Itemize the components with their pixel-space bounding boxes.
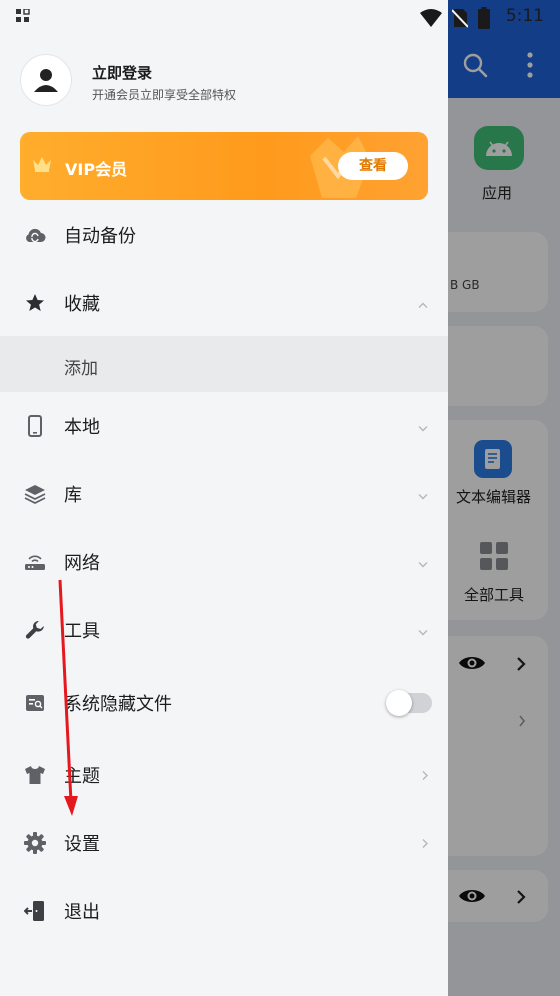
chevron-down-icon[interactable]: [418, 485, 428, 504]
hidden-file-icon: [22, 690, 48, 716]
menu-item-exit[interactable]: 退出: [0, 883, 448, 939]
menu-item-local[interactable]: 本地: [0, 398, 448, 454]
avatar[interactable]: [20, 54, 72, 106]
menu-item-hidden-files[interactable]: 系统隐藏文件: [0, 675, 448, 731]
login-title[interactable]: 立即登录: [92, 62, 152, 83]
menu-label-favorites-add: 添加: [64, 359, 98, 379]
menu-label-library: 库: [64, 485, 82, 506]
star-icon: [22, 290, 48, 316]
chevron-down-icon[interactable]: [418, 417, 428, 436]
user-login-section[interactable]: 立即登录 开通会员立即享受全部特权: [20, 54, 420, 110]
notification-icon: [16, 8, 30, 27]
toggle-knob: [386, 690, 412, 716]
menu-label-settings: 设置: [64, 834, 100, 855]
vip-label: VIP会员: [65, 160, 128, 179]
gear-icon: [22, 830, 48, 856]
wifi-icon: [420, 9, 442, 31]
menu-item-favorites[interactable]: 收藏: [0, 275, 448, 331]
tshirt-icon: [22, 762, 48, 788]
wrench-icon: [22, 617, 48, 643]
chevron-right-icon[interactable]: [422, 834, 428, 853]
navigation-drawer: 立即登录 开通会员立即享受全部特权 VIP会员 查看 自动备份 收藏 添加 本地…: [0, 0, 448, 996]
no-sim-icon: [451, 8, 469, 32]
phone-icon: [22, 413, 48, 439]
router-icon: [22, 549, 48, 575]
user-icon: [34, 69, 58, 92]
menu-item-favorites-add[interactable]: 添加: [0, 336, 448, 392]
status-bar: 5:11: [0, 0, 560, 32]
vip-view-button[interactable]: 查看: [338, 152, 408, 180]
crown-icon: [32, 156, 52, 176]
status-time: 5:11: [505, 6, 544, 26]
login-subtitle: 开通会员立即享受全部特权: [92, 88, 237, 102]
chevron-down-icon[interactable]: [418, 553, 428, 572]
chevron-right-icon[interactable]: [422, 766, 428, 785]
menu-item-settings[interactable]: 设置: [0, 815, 448, 871]
menu-label-theme: 主题: [64, 766, 100, 787]
menu-label-backup: 自动备份: [64, 226, 136, 247]
menu-item-network[interactable]: 网络: [0, 534, 448, 590]
menu-label-favorites: 收藏: [64, 294, 100, 315]
vip-banner[interactable]: VIP会员 查看: [20, 132, 428, 200]
cloud-sync-icon: [22, 222, 48, 248]
exit-icon: [22, 898, 48, 924]
menu-item-tools[interactable]: 工具: [0, 602, 448, 658]
layers-icon: [22, 481, 48, 507]
chevron-up-icon[interactable]: [418, 294, 428, 313]
menu-item-theme[interactable]: 主题: [0, 747, 448, 803]
chevron-down-icon[interactable]: [418, 621, 428, 640]
hidden-files-toggle[interactable]: [386, 690, 432, 716]
menu-label-exit: 退出: [64, 902, 100, 923]
menu-label-local: 本地: [64, 417, 100, 438]
menu-item-backup[interactable]: 自动备份: [0, 207, 448, 263]
battery-icon: [478, 7, 490, 33]
menu-label-network: 网络: [64, 553, 100, 574]
menu-label-tools: 工具: [64, 621, 100, 642]
menu-label-hidden-files: 系统隐藏文件: [64, 694, 172, 715]
menu-item-library[interactable]: 库: [0, 466, 448, 522]
